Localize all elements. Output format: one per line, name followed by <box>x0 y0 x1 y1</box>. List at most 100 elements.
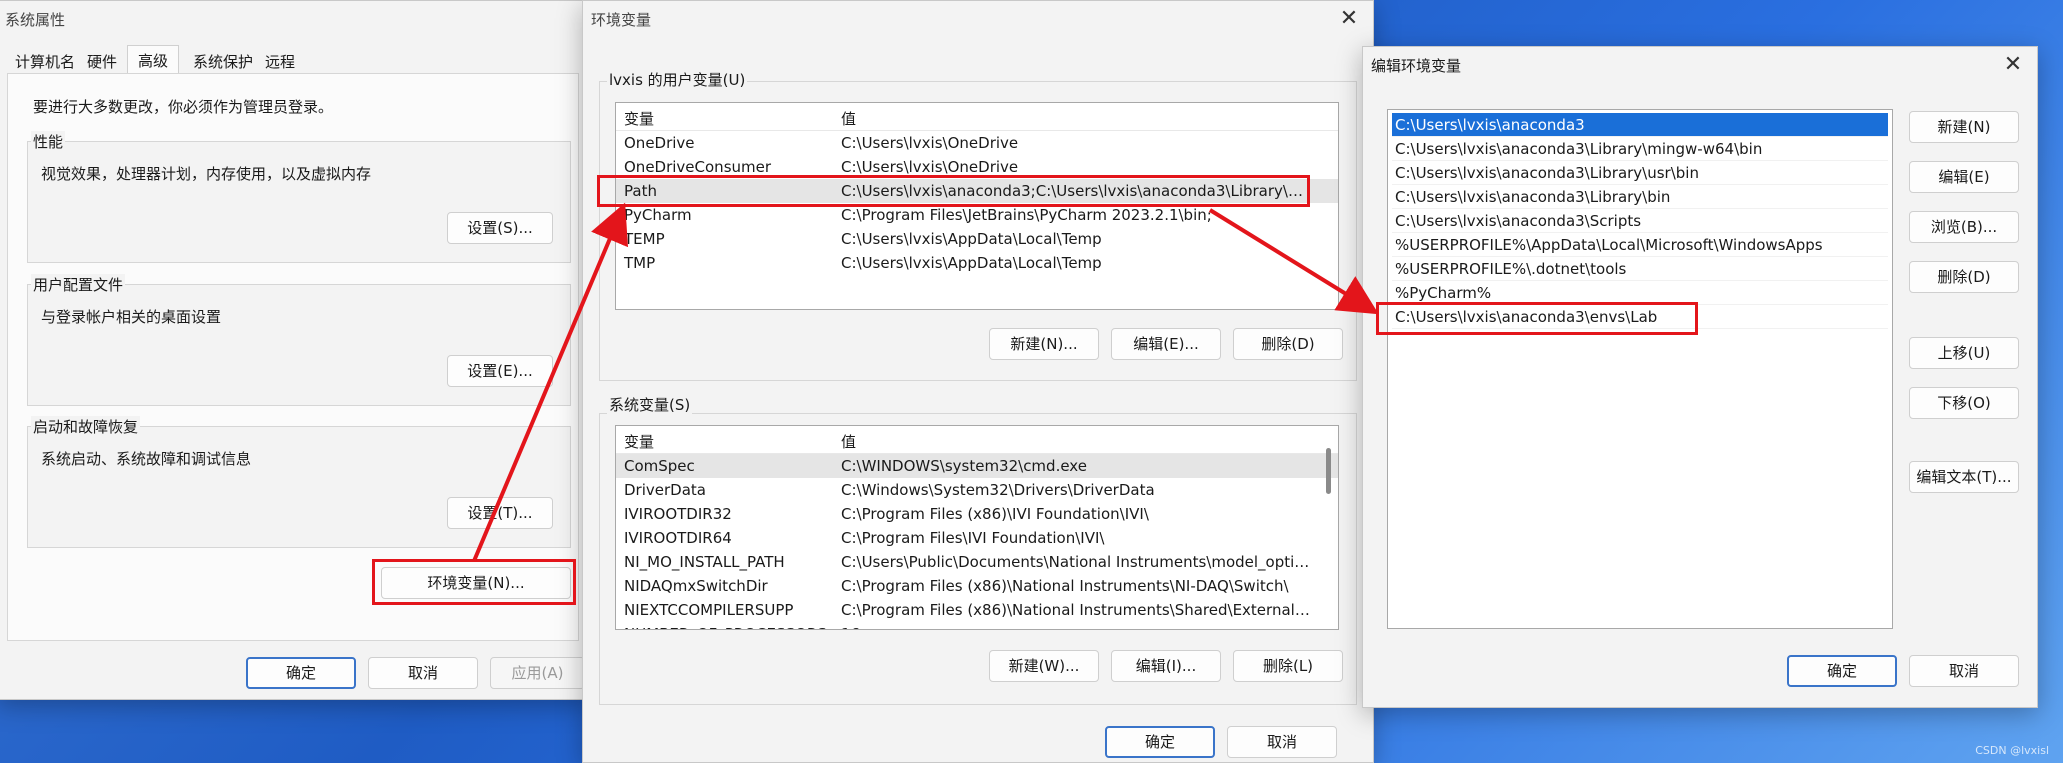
list-item[interactable]: %USERPROFILE%\AppData\Local\Microsoft\Wi… <box>1392 233 1888 257</box>
startup-recovery-group <box>27 426 571 548</box>
cancel-button[interactable]: 取消 <box>1909 655 2019 687</box>
variable-value: C:\Program Files\JetBrains\PyCharm 2023.… <box>841 206 1212 224</box>
variable-value: C:\Users\lvxis\OneDrive <box>841 134 1019 152</box>
table-row[interactable]: TEMP C:\Users\lvxis\AppData\Local\Temp <box>616 227 1338 251</box>
user-variables-label: lvxis 的用户变量(U) <box>607 69 748 90</box>
move-up-button[interactable]: 上移(U) <box>1909 337 2019 369</box>
path-entries-list[interactable]: C:\Users\lvxis\anaconda3 C:\Users\lvxis\… <box>1387 109 1893 629</box>
list-item[interactable]: C:\Users\lvxis\anaconda3\Library\usr\bin <box>1392 161 1888 185</box>
variable-name: NIDAQmxSwitchDir <box>624 577 768 595</box>
close-icon[interactable]: ✕ <box>1997 51 2029 79</box>
table-row[interactable]: NIEXTCCOMPILERSUPP C:\Program Files (x86)… <box>616 598 1338 622</box>
table-row[interactable]: OneDriveConsumer C:\Users\lvxis\OneDrive <box>616 155 1338 179</box>
system-edit-button[interactable]: 编辑(I)... <box>1111 650 1221 682</box>
list-item[interactable]: C:\Users\lvxis\anaconda3\Library\bin <box>1392 185 1888 209</box>
user-new-button[interactable]: 新建(N)... <box>989 328 1099 360</box>
list-item[interactable]: %USERPROFILE%\.dotnet\tools <box>1392 257 1888 281</box>
apply-button[interactable]: 应用(A) <box>490 657 585 689</box>
variable-value: C:\Windows\System32\Drivers\DriverData <box>841 481 1155 499</box>
edit-environment-variable-window: 编辑环境变量 ✕ C:\Users\lvxis\anaconda3 C:\Use… <box>1362 46 2038 708</box>
variable-value: C:\Users\lvxis\AppData\Local\Temp <box>841 254 1102 272</box>
variable-value: C:\WINDOWS\system32\cmd.exe <box>841 457 1087 475</box>
tab-hardware[interactable]: 硬件 <box>87 51 117 72</box>
performance-desc: 视觉效果，处理器计划，内存使用，以及虚拟内存 <box>41 165 372 183</box>
environment-variables-button[interactable]: 环境变量(N)... <box>381 567 571 599</box>
performance-label: 性能 <box>31 131 66 152</box>
list-item[interactable]: C:\Users\lvxis\anaconda3\Library\mingw-w… <box>1392 137 1888 161</box>
variable-value: C:\Program Files\IVI Foundation\IVI\ <box>841 529 1105 547</box>
column-variable[interactable]: 变量 <box>624 108 654 129</box>
table-row[interactable]: IVIROOTDIR32 C:\Program Files (x86)\IVI F… <box>616 502 1338 526</box>
tab-computer-name[interactable]: 计算机名 <box>15 51 75 72</box>
ok-button[interactable]: 确定 <box>246 657 356 689</box>
table-row[interactable]: ComSpec C:\WINDOWS\system32\cmd.exe <box>616 454 1338 478</box>
variable-name: NIEXTCCOMPILERSUPP <box>624 601 794 619</box>
browse-button[interactable]: 浏览(B)... <box>1909 211 2019 243</box>
user-profile-label: 用户配置文件 <box>31 274 126 295</box>
list-item[interactable]: C:\Users\lvxis\anaconda3\Scripts <box>1392 209 1888 233</box>
startup-recovery-settings-button[interactable]: 设置(T)... <box>447 497 553 529</box>
variable-value: C:\Users\lvxis\AppData\Local\Temp <box>841 230 1102 248</box>
table-row[interactable]: PyCharm C:\Program Files\JetBrains\PyChar… <box>616 203 1338 227</box>
variable-name: TMP <box>624 254 656 272</box>
variable-name: ComSpec <box>624 457 695 475</box>
user-delete-button[interactable]: 删除(D) <box>1233 328 1343 360</box>
table-row[interactable]: NIDAQmxSwitchDir C:\Program Files (x86)\N… <box>616 574 1338 598</box>
user-edit-button[interactable]: 编辑(E)... <box>1111 328 1221 360</box>
delete-button[interactable]: 删除(D) <box>1909 261 2019 293</box>
variable-value: C:\Users\Public\Documents\National Instr… <box>841 553 1316 571</box>
cancel-button[interactable]: 取消 <box>368 657 478 689</box>
new-button[interactable]: 新建(N) <box>1909 111 2019 143</box>
list-item[interactable]: C:\Users\lvxis\anaconda3 <box>1392 113 1888 137</box>
user-profile-desc: 与登录帐户相关的桌面设置 <box>41 308 222 326</box>
window-title: 环境变量 <box>591 11 652 29</box>
system-properties-window: 系统属性 计算机名 硬件 高级 系统保护 远程 要进行大多数更改，你必须作为管理… <box>0 0 590 700</box>
tab-system-protection[interactable]: 系统保护 <box>193 51 253 72</box>
tab-remote[interactable]: 远程 <box>265 51 295 72</box>
variable-name: IVIROOTDIR32 <box>624 505 732 523</box>
performance-settings-button[interactable]: 设置(S)... <box>447 212 553 244</box>
system-variables-table[interactable]: 变量 值 ComSpec C:\WINDOWS\system32\cmd.exe … <box>615 425 1339 630</box>
cancel-button[interactable]: 取消 <box>1227 726 1337 758</box>
table-row-path-selected[interactable]: Path C:\Users\lvxis\anaconda3;C:\Users\lv… <box>616 179 1338 203</box>
edit-text-button[interactable]: 编辑文本(T)... <box>1909 461 2019 493</box>
ok-button[interactable]: 确定 <box>1787 655 1897 687</box>
column-value[interactable]: 值 <box>841 108 1316 129</box>
variable-name: OneDrive <box>624 134 695 152</box>
variable-value: C:\Program Files (x86)\National Instrume… <box>841 577 1289 595</box>
admin-note: 要进行大多数更改，你必须作为管理员登录。 <box>33 98 334 116</box>
column-value[interactable]: 值 <box>841 431 1316 452</box>
close-icon[interactable]: ✕ <box>1333 5 1365 33</box>
variable-name: IVIROOTDIR64 <box>624 529 732 547</box>
table-row[interactable]: IVIROOTDIR64 C:\Program Files\IVI Foundat… <box>616 526 1338 550</box>
system-new-button[interactable]: 新建(W)... <box>989 650 1099 682</box>
window-title: 编辑环境变量 <box>1371 57 1462 75</box>
table-row[interactable]: OneDrive C:\Users\lvxis\OneDrive <box>616 131 1338 155</box>
variable-value: C:\Users\lvxis\anaconda3;C:\Users\lvxis\… <box>841 182 1316 200</box>
system-delete-button[interactable]: 删除(L) <box>1233 650 1343 682</box>
move-down-button[interactable]: 下移(O) <box>1909 387 2019 419</box>
ok-button[interactable]: 确定 <box>1105 726 1215 758</box>
user-profile-settings-button[interactable]: 设置(E)... <box>447 355 553 387</box>
window-title: 系统属性 <box>5 11 66 29</box>
edit-button[interactable]: 编辑(E) <box>1909 161 2019 193</box>
variable-value: C:\Program Files (x86)\National Instrume… <box>841 601 1316 619</box>
user-variables-table[interactable]: 变量 值 OneDrive C:\Users\lvxis\OneDrive One… <box>615 102 1339 310</box>
performance-group <box>27 141 571 263</box>
table-header: 变量 值 <box>616 103 1338 131</box>
variable-name: NUMBER_OF_PROCESSORS <box>624 622 827 629</box>
variable-value: 16 <box>841 622 1316 629</box>
environment-variables-window: 环境变量 ✕ lvxis 的用户变量(U) 变量 值 OneDrive C:\Us… <box>582 0 1374 763</box>
variable-name: TEMP <box>624 230 665 248</box>
table-row[interactable]: NUMBER_OF_PROCESSORS 16 <box>616 622 1338 629</box>
scrollbar-thumb[interactable] <box>1326 448 1331 494</box>
list-item-new-entry[interactable]: C:\Users\lvxis\anaconda3\envs\Lab <box>1392 305 1888 329</box>
list-item[interactable]: %PyCharm% <box>1392 281 1888 305</box>
column-variable[interactable]: 变量 <box>624 431 654 452</box>
table-header: 变量 值 <box>616 426 1338 454</box>
table-row[interactable]: DriverData C:\Windows\System32\Drivers\Dr… <box>616 478 1338 502</box>
table-row[interactable]: NI_MO_INSTALL_PATH C:\Users\Public\Docume… <box>616 550 1338 574</box>
variable-name: DriverData <box>624 481 706 499</box>
system-variables-label: 系统变量(S) <box>607 394 693 415</box>
table-row[interactable]: TMP C:\Users\lvxis\AppData\Local\Temp <box>616 251 1338 275</box>
